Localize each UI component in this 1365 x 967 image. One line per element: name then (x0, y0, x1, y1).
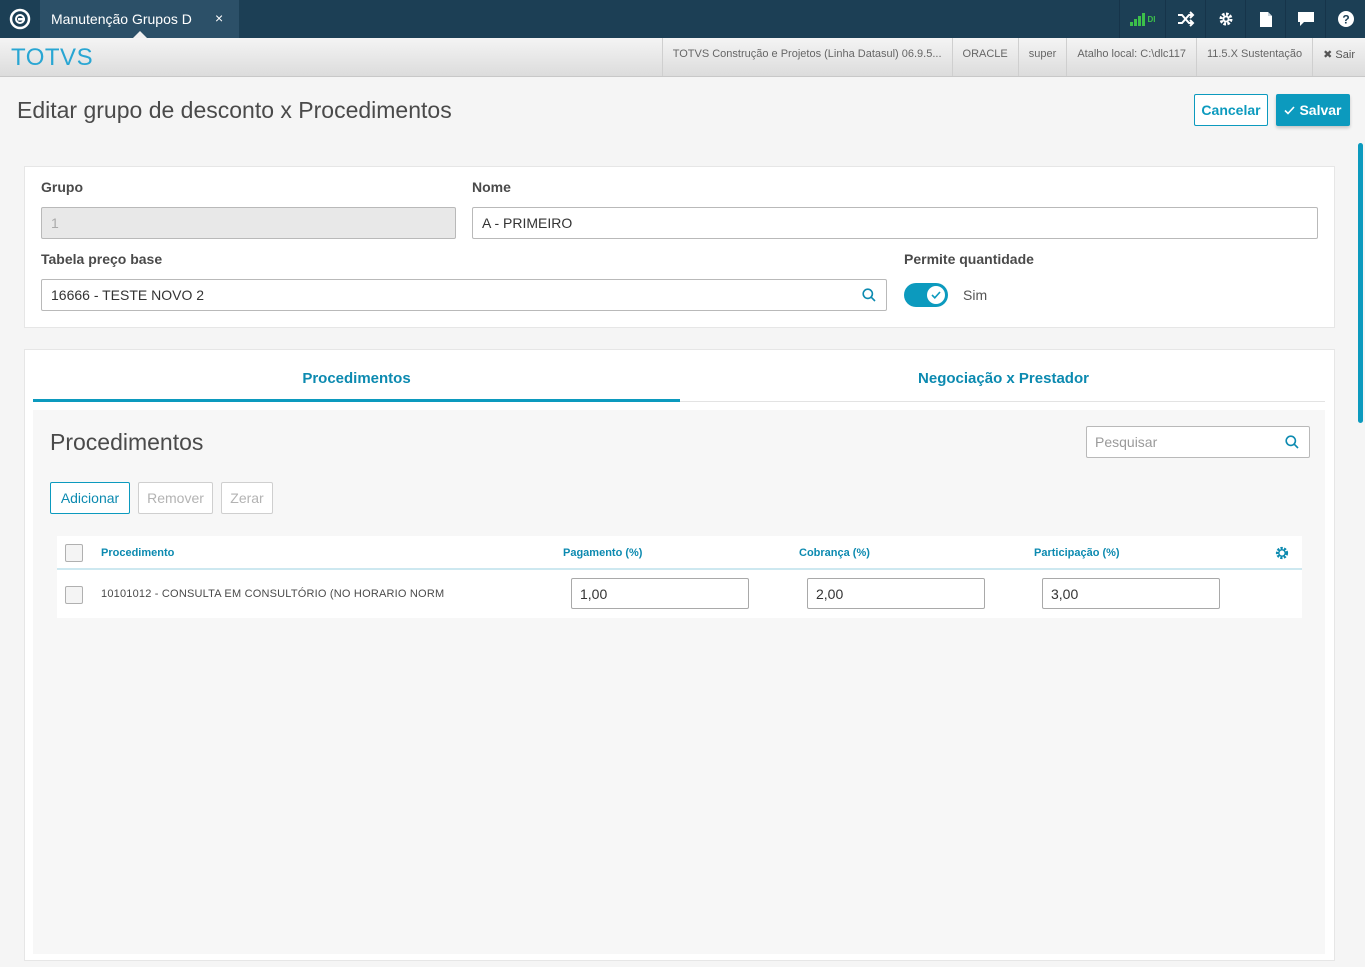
info-bar: TOTVS TOTVS Construção e Projetos (Linha… (0, 38, 1365, 77)
tabela-label: Tabela preço base (41, 251, 163, 267)
column-settings-icon[interactable] (1275, 546, 1289, 565)
reset-button[interactable]: Zerar (221, 482, 273, 514)
permite-value: Sim (963, 287, 988, 303)
add-button[interactable]: Adicionar (50, 482, 130, 514)
svg-text:?: ? (1342, 13, 1349, 27)
row-participacao-input[interactable]: 3,00 (1042, 578, 1220, 609)
session-info: TOTVS Construção e Projetos (Linha Datas… (661, 38, 1365, 76)
top-navigation-bar: Manutenção Grupos D × DI ? (0, 0, 1365, 38)
check-icon (931, 291, 941, 299)
grupo-label: Grupo (41, 179, 83, 195)
totvs-logo-icon[interactable] (0, 0, 40, 38)
program-tab-title: Manutenção Grupos D (51, 11, 192, 27)
shortcut-info: Atalho local: C:\dlc117 (1066, 38, 1196, 76)
close-tab-icon[interactable]: × (215, 10, 223, 26)
toggle-knob (927, 286, 945, 304)
help-icon[interactable]: ? (1325, 0, 1365, 38)
document-icon[interactable] (1245, 0, 1285, 38)
gear-icon[interactable] (1205, 0, 1245, 38)
top-icons: DI ? (1119, 0, 1365, 38)
grupo-field: 1 (41, 207, 456, 239)
signal-icon[interactable]: DI (1119, 0, 1165, 38)
procedimentos-content: Procedimentos Pesquisar Adicionar Remove… (33, 410, 1325, 954)
row-checkbox[interactable] (65, 586, 83, 604)
select-all-checkbox[interactable] (65, 544, 83, 562)
nome-field[interactable]: A - PRIMEIRO (472, 207, 1318, 239)
nome-label: Nome (472, 179, 511, 195)
tab-caret (133, 31, 147, 38)
tabs-panel: Procedimentos Negociação x Prestador Pro… (24, 349, 1335, 961)
column-cobranca[interactable]: Cobrança (%) (799, 547, 870, 559)
tab-negociacao-prestador[interactable]: Negociação x Prestador (680, 370, 1327, 402)
section-title: Procedimentos (50, 429, 204, 455)
row-cobranca-input[interactable]: 2,00 (807, 578, 985, 609)
product-info: TOTVS Construção e Projetos (Linha Datas… (661, 38, 952, 76)
save-button-label: Salvar (1299, 102, 1342, 118)
table-header: Procedimento Pagamento (%) Cobrança (%) … (57, 536, 1302, 570)
procedimentos-table: Procedimento Pagamento (%) Cobrança (%) … (57, 536, 1302, 618)
tab-procedimentos[interactable]: Procedimentos (33, 370, 680, 402)
signal-label: DI (1147, 14, 1156, 24)
row-pagamento-input[interactable]: 1,00 (571, 578, 749, 609)
search-icon[interactable] (862, 288, 876, 305)
search-placeholder: Pesquisar (1095, 434, 1158, 450)
version-info: 11.5.X Sustentação (1195, 38, 1312, 76)
group-form: Grupo 1 Nome A - PRIMEIRO Tabela preço b… (24, 166, 1335, 328)
database-info: ORACLE (951, 38, 1018, 76)
check-icon (1284, 105, 1296, 115)
tabela-field[interactable]: 16666 - TESTE NOVO 2 (41, 279, 887, 311)
tabela-value: 16666 - TESTE NOVO 2 (51, 287, 205, 303)
permite-quantidade-toggle[interactable] (904, 283, 948, 307)
save-button[interactable]: Salvar (1276, 94, 1350, 126)
remove-button[interactable]: Remover (138, 482, 213, 514)
column-pagamento[interactable]: Pagamento (%) (563, 547, 642, 559)
brand-logo: TOTVS (11, 44, 94, 71)
page-title: Editar grupo de desconto x Procedimentos (17, 97, 452, 123)
column-participacao[interactable]: Participação (%) (1034, 547, 1120, 559)
active-tab-indicator (33, 399, 680, 402)
search-input[interactable]: Pesquisar (1086, 426, 1310, 458)
shuffle-icon[interactable] (1165, 0, 1205, 38)
user-info: super (1017, 38, 1067, 76)
search-icon[interactable] (1285, 435, 1299, 452)
exit-button[interactable]: ✖ Sair (1312, 38, 1365, 76)
row-procedimento: 10101012 - CONSULTA EM CONSULTÓRIO (NO H… (101, 588, 445, 600)
permite-label: Permite quantidade (904, 251, 1034, 267)
chat-icon[interactable] (1285, 0, 1325, 38)
table-row: 10101012 - CONSULTA EM CONSULTÓRIO (NO H… (57, 570, 1302, 618)
page-scrollbar[interactable] (1358, 143, 1363, 423)
column-procedimento[interactable]: Procedimento (101, 547, 174, 559)
cancel-button[interactable]: Cancelar (1194, 94, 1268, 126)
